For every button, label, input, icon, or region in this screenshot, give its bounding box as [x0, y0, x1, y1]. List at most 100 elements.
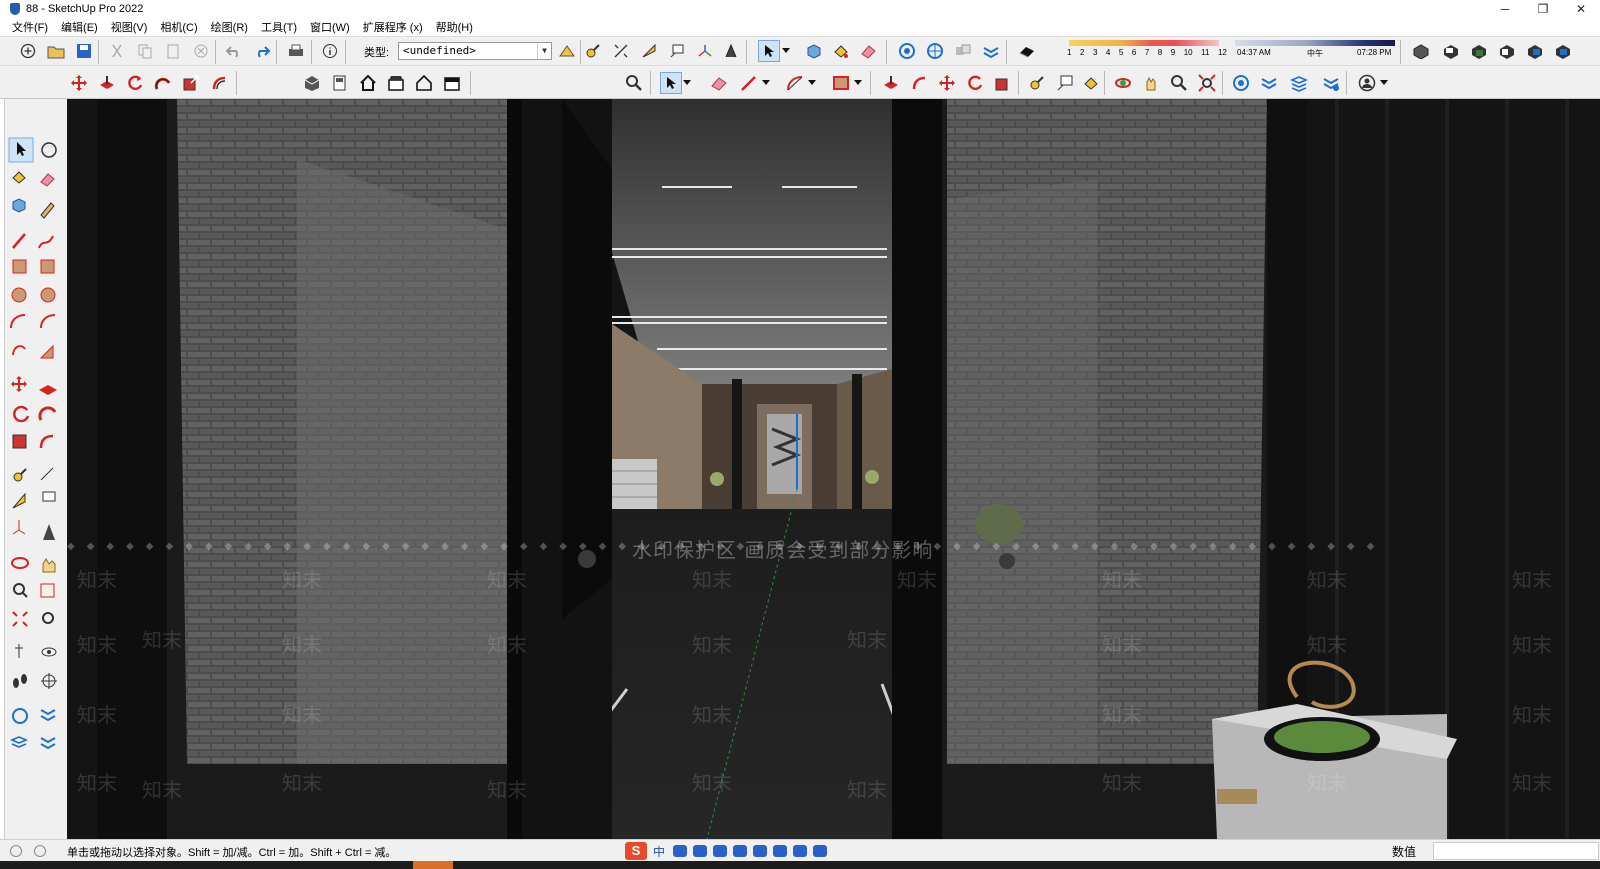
toolbox-icon[interactable]: [773, 845, 788, 857]
section-icon[interactable]: [1230, 72, 1252, 94]
iso-view-icon[interactable]: [1410, 40, 1432, 62]
type-dropdown[interactable]: <undefined> ▼: [398, 42, 552, 60]
cut-icon[interactable]: [106, 40, 128, 62]
scale-tool-icon[interactable]: [992, 72, 1014, 94]
outer-shell-icon[interactable]: [924, 40, 946, 62]
apps-icon[interactable]: [793, 845, 808, 857]
warehouse-icon[interactable]: [301, 72, 323, 94]
back-view-icon[interactable]: [1524, 40, 1546, 62]
scale-icon[interactable]: [180, 72, 202, 94]
menu-window[interactable]: 窗口(W): [310, 19, 350, 35]
menu-help[interactable]: 帮助(H): [436, 19, 473, 35]
menu-camera[interactable]: 相机(C): [160, 19, 197, 35]
offset-icon[interactable]: [208, 72, 230, 94]
left-view-icon[interactable]: [1552, 40, 1574, 62]
eraser-icon[interactable]: [858, 40, 880, 62]
menu-view[interactable]: 视图(V): [111, 19, 148, 35]
shadows-toggle-icon[interactable]: [1016, 40, 1038, 62]
new-file-icon[interactable]: [17, 40, 39, 62]
restore-button[interactable]: ❐: [1524, 0, 1562, 18]
measurements-input[interactable]: [1433, 842, 1599, 860]
paste-icon[interactable]: [162, 40, 184, 62]
axes-icon[interactable]: [694, 40, 716, 62]
move-icon[interactable]: [68, 72, 90, 94]
store-icon[interactable]: [385, 72, 407, 94]
chevron-down-icon[interactable]: [1378, 72, 1390, 94]
sogou-ime-icon[interactable]: S: [625, 842, 647, 860]
3d-text-icon[interactable]: [720, 40, 742, 62]
rotate-icon[interactable]: [124, 72, 146, 94]
copy-icon[interactable]: [134, 40, 156, 62]
settings-icon[interactable]: [813, 845, 828, 857]
menu-tools[interactable]: 工具(T): [261, 19, 297, 35]
tape-measure-tool-icon[interactable]: [1026, 72, 1048, 94]
offset-tool-icon[interactable]: [908, 72, 930, 94]
top-view-icon[interactable]: [1440, 40, 1462, 62]
shadow-time-slider[interactable]: 04:37 AM 中午 07:28 PM: [1235, 40, 1395, 60]
make-component-icon[interactable]: [803, 40, 825, 62]
microphone-icon[interactable]: [713, 845, 728, 857]
dimension-icon[interactable]: [610, 40, 632, 62]
account-icon[interactable]: [1356, 72, 1378, 94]
chevron-down-icon[interactable]: [681, 72, 693, 94]
orbit-icon[interactable]: [1112, 72, 1134, 94]
text-tool-icon[interactable]: [666, 40, 688, 62]
zoom-extents-icon[interactable]: [1196, 72, 1218, 94]
eraser-tool-icon[interactable]: [708, 72, 730, 94]
push-pull-icon[interactable]: [96, 72, 118, 94]
move-tool-icon[interactable]: [936, 72, 958, 94]
chevron-down-icon[interactable]: [780, 40, 792, 62]
shadow-month-slider[interactable]: 1 2 3 4 5 6 7 8 9 10 11 12: [1067, 40, 1227, 60]
solid-tools-icon[interactable]: [952, 40, 974, 62]
arc-tool-icon[interactable]: [784, 72, 806, 94]
protractor-icon[interactable]: [638, 40, 660, 62]
section-plane-icon[interactable]: [896, 40, 918, 62]
model-info-icon[interactable]: [319, 40, 341, 62]
sandbox-tools-icon[interactable]: [1320, 72, 1342, 94]
rectangle-tool-icon[interactable]: [830, 72, 852, 94]
redo-icon[interactable]: [251, 40, 273, 62]
chevron-down-icon[interactable]: [852, 72, 864, 94]
terrain-icon[interactable]: [1258, 72, 1280, 94]
line-tool-icon[interactable]: [738, 72, 760, 94]
front-view-icon[interactable]: [1468, 40, 1490, 62]
save-icon[interactable]: [73, 40, 95, 62]
geo-location-icon[interactable]: [10, 844, 22, 857]
push-pull-tool-icon[interactable]: [880, 72, 902, 94]
select-arrow-icon[interactable]: [660, 72, 682, 94]
minimize-button[interactable]: ─: [1486, 0, 1524, 18]
paint-bucket-icon[interactable]: [830, 40, 852, 62]
chevron-down-icon[interactable]: ▼: [537, 43, 551, 59]
sandbox-icon[interactable]: [980, 40, 1002, 62]
open-folder-icon[interactable]: [45, 40, 67, 62]
punctuation-icon[interactable]: [673, 845, 688, 857]
rotate-tool-icon[interactable]: [964, 72, 986, 94]
erase-icon[interactable]: [190, 40, 212, 62]
chevron-down-icon[interactable]: [806, 72, 818, 94]
right-view-icon[interactable]: [1496, 40, 1518, 62]
menu-edit[interactable]: 编辑(E): [61, 19, 98, 35]
tape-measure-icon[interactable]: [582, 40, 604, 62]
select-tool-icon[interactable]: [758, 40, 780, 62]
close-button[interactable]: ✕: [1562, 0, 1600, 18]
layers-icon[interactable]: [1288, 72, 1310, 94]
skin-icon[interactable]: [753, 845, 768, 857]
keyboard-icon[interactable]: [733, 845, 748, 857]
layout-icon[interactable]: [329, 72, 351, 94]
print-icon[interactable]: [285, 40, 307, 62]
follow-me-icon[interactable]: [152, 72, 174, 94]
classifier-icon[interactable]: [556, 40, 578, 62]
info-icon[interactable]: [34, 844, 46, 857]
undo-icon[interactable]: [223, 40, 245, 62]
menu-file[interactable]: 文件(F): [12, 19, 48, 35]
text-label-icon[interactable]: [1054, 72, 1076, 94]
extension-manager-icon[interactable]: [441, 72, 463, 94]
emoji-icon[interactable]: [693, 845, 708, 857]
ime-language[interactable]: 中: [653, 843, 665, 860]
chevron-down-icon[interactable]: [760, 72, 772, 94]
house-icon[interactable]: [357, 72, 379, 94]
model-viewport[interactable]: ◆◆◆◆◆◆◆◆◆◆◆◆◆◆◆◆◆◆◆◆◆◆◆◆◆◆◆◆◆◆◆◆◆◆◆◆◆◆◆◆…: [67, 99, 1600, 839]
menu-extensions[interactable]: 扩展程序 (x): [363, 19, 423, 35]
home-outline-icon[interactable]: [413, 72, 435, 94]
pan-hand-icon[interactable]: [1140, 72, 1162, 94]
